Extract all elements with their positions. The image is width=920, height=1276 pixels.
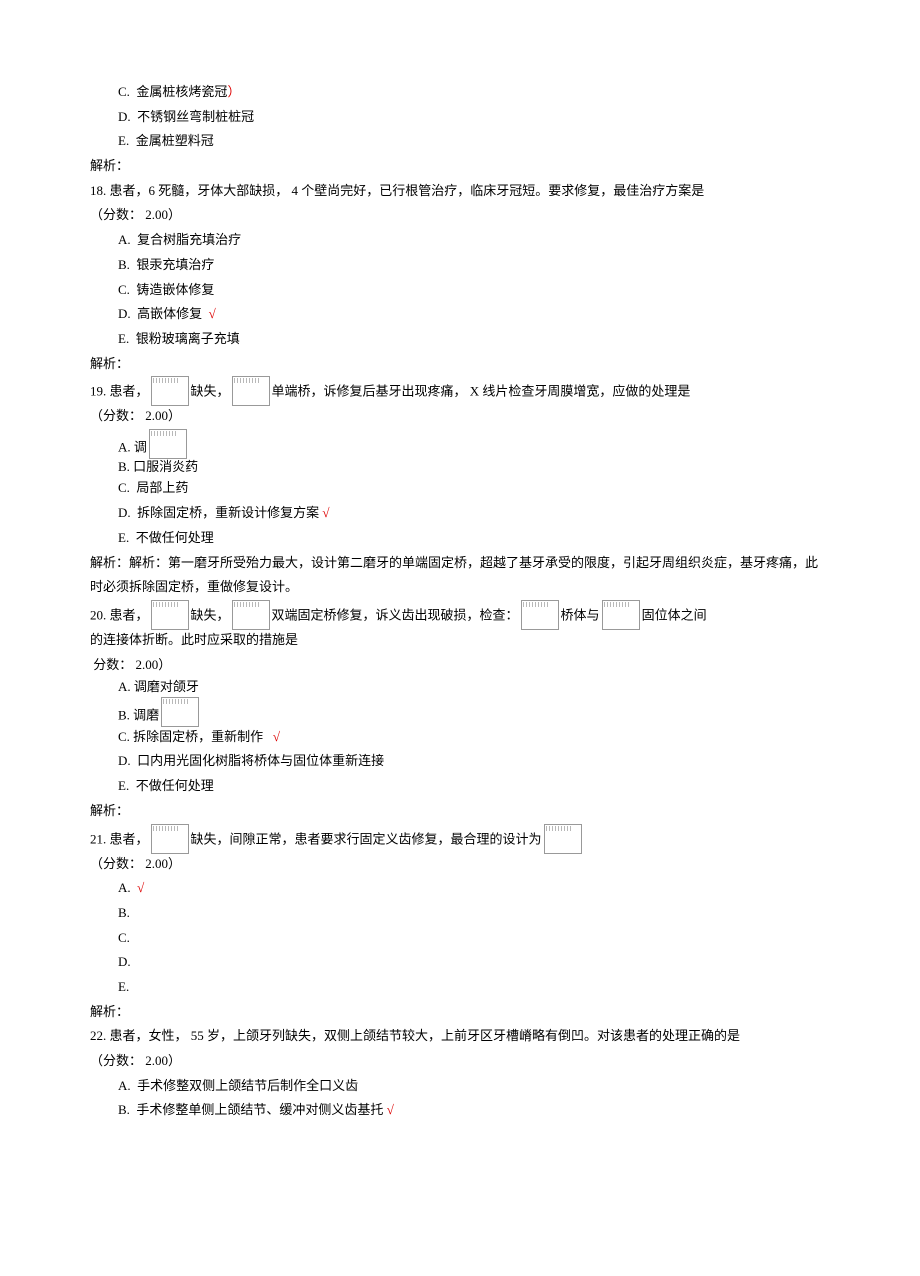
q20-stem2: 的连接体折断。此时应采取的措施是	[90, 628, 830, 653]
q19-d: D. 拆除固定桥，重新设计修复方案 √	[118, 501, 830, 526]
opt-e-text: 金属桩塑料冠	[136, 133, 214, 148]
q22-score: （分数： 2.00）	[90, 1049, 830, 1074]
q21-score: （分数： 2.00）	[90, 852, 830, 877]
q21-c: C.	[118, 926, 830, 951]
opt-c-mark: ）	[227, 84, 240, 99]
q20-e: E. 不做任何处理	[118, 774, 830, 799]
tooth-box-icon	[232, 376, 270, 406]
q19-b: B. 口服消炎药	[118, 457, 830, 477]
q18-d: D. 高嵌体修复 √	[118, 302, 830, 327]
opt-d: D. 不锈钢丝弯制桩桩冠	[118, 105, 830, 130]
tooth-box-icon	[151, 376, 189, 406]
q19-d-mark: √	[322, 505, 329, 520]
q18-c: C. 铸造嵌体修复	[118, 278, 830, 303]
q19-stem: 19. 患者， 缺失， 单端桥，诉修复后基牙出现疼痛， X 线片检查牙周膜增宽，应做…	[90, 376, 830, 404]
q22-a-text: 手术修整双侧上颌结节后制作全口义齿	[137, 1078, 358, 1093]
q21-a: A. √	[118, 876, 830, 901]
q20-b: B. 调磨	[118, 697, 830, 725]
q19-score: （分数： 2.00）	[90, 404, 830, 429]
q21-pre: 21. 患者，	[90, 831, 149, 846]
parse-18: 解析：	[90, 352, 830, 377]
q22-b: B. 手术修整单侧上颌结节、缓冲对侧义齿基托 √	[118, 1098, 830, 1123]
opt-c: C. 金属桩核烤瓷冠）	[118, 80, 830, 105]
q18-score: （分数： 2.00）	[90, 203, 830, 228]
tooth-box-icon	[161, 697, 199, 727]
q22-b-mark: √	[387, 1102, 394, 1117]
q19-e-text: 不做任何处理	[136, 530, 214, 545]
q18-e-text: 银粉玻璃离子充填	[136, 331, 240, 346]
q18-d-text: 高嵌体修复	[137, 306, 202, 321]
q20-c-mark: √	[273, 729, 280, 744]
q19-mid2: 单端桥，诉修复后基牙出现疼痛， X 线片检查牙周膜增宽，应做的处理是	[272, 384, 691, 399]
q19-a: A. 调	[118, 429, 830, 457]
q20-score-text: 分数： 2.00）	[93, 657, 171, 672]
opt-c-text: 金属桩核烤瓷冠	[136, 84, 227, 99]
parse-20: 解析：	[90, 799, 830, 824]
tooth-box-icon	[232, 600, 270, 630]
q18-a: A. 复合树脂充填治疗	[118, 228, 830, 253]
tooth-box-icon	[151, 600, 189, 630]
q20-c: C. 拆除固定桥，重新制作 √	[118, 725, 830, 750]
q20-d: D. 口内用光固化树脂将桥体与固位体重新连接	[118, 749, 830, 774]
parse-21: 解析：	[90, 1000, 830, 1025]
tooth-box-icon	[544, 824, 582, 854]
q21-a-mark: √	[137, 880, 144, 895]
q21-d: D.	[118, 950, 830, 975]
q19-c: C. 局部上药	[118, 476, 830, 501]
q21-stem: 21. 患者， 缺失，间隙正常，患者要求行固定义齿修复，最合理的设计为	[90, 824, 830, 852]
q20-a: A. 调磨对颌牙	[118, 677, 830, 697]
q21-b: B.	[118, 901, 830, 926]
q18-a-text: 复合树脂充填治疗	[137, 232, 241, 247]
q18-c-text: 铸造嵌体修复	[136, 282, 214, 297]
tooth-box-icon	[602, 600, 640, 630]
q20-score: 分数： 2.00）	[90, 653, 830, 678]
tooth-box-icon	[521, 600, 559, 630]
tooth-box-icon	[151, 824, 189, 854]
q19-e: E. 不做任何处理	[118, 526, 830, 551]
q19-a-text: A. 调	[118, 439, 147, 454]
q18-b: B. 银汞充填治疗	[118, 253, 830, 278]
q20-mid2: 双端固定桥修复，诉义齿出现破损，检查：	[272, 607, 519, 622]
q20-d-text: 口内用光固化树脂将桥体与固位体重新连接	[137, 753, 384, 768]
q21-e: E.	[118, 975, 830, 1000]
q20-pre: 20. 患者，	[90, 607, 149, 622]
q19-d-text: 拆除固定桥，重新设计修复方案	[137, 505, 319, 520]
q20-stem: 20. 患者， 缺失， 双端固定桥修复，诉义齿出现破损，检查： 桥体与 固位体之间	[90, 600, 830, 628]
q20-c-text: C. 拆除固定桥，重新制作	[118, 729, 263, 744]
opt-d-text: 不锈钢丝弯制桩桩冠	[137, 109, 254, 124]
q21-mid1: 缺失，间隙正常，患者要求行固定义齿修复，最合理的设计为	[191, 831, 542, 846]
parse-17: 解析：	[90, 154, 830, 179]
parse-19: 解析：解析：第一磨牙所受殆力最大，设计第二磨牙的单端固定桥，超越了基牙承受的限度…	[90, 551, 830, 600]
q22-a: A. 手术修整双侧上颌结节后制作全口义齿	[118, 1074, 830, 1099]
q19-mid1: 缺失，	[191, 384, 230, 399]
tooth-box-icon	[149, 429, 187, 459]
q18-d-mark: √	[209, 306, 216, 321]
q18-stem: 18. 患者，6 死髓，牙体大部缺损， 4 个壁尚完好，已行根管治疗，临床牙冠短…	[90, 179, 830, 204]
q19-c-text: 局部上药	[136, 480, 188, 495]
q20-b-text: B. 调磨	[118, 707, 159, 722]
q18-b-text: 银汞充填治疗	[136, 257, 214, 272]
opt-e: E. 金属桩塑料冠	[118, 129, 830, 154]
q22-b-text: 手术修整单侧上颌结节、缓冲对侧义齿基托	[136, 1102, 383, 1117]
q20-mid1: 缺失，	[191, 607, 230, 622]
q20-mid4: 固位体之间	[642, 607, 707, 622]
q22-stem: 22. 患者，女性， 55 岁，上颌牙列缺失，双侧上颌结节较大，上前牙区牙槽嵴略…	[90, 1024, 830, 1049]
q20-mid3: 桥体与	[561, 607, 600, 622]
q19-pre: 19. 患者，	[90, 384, 149, 399]
q20-e-text: 不做任何处理	[136, 778, 214, 793]
q18-e: E. 银粉玻璃离子充填	[118, 327, 830, 352]
